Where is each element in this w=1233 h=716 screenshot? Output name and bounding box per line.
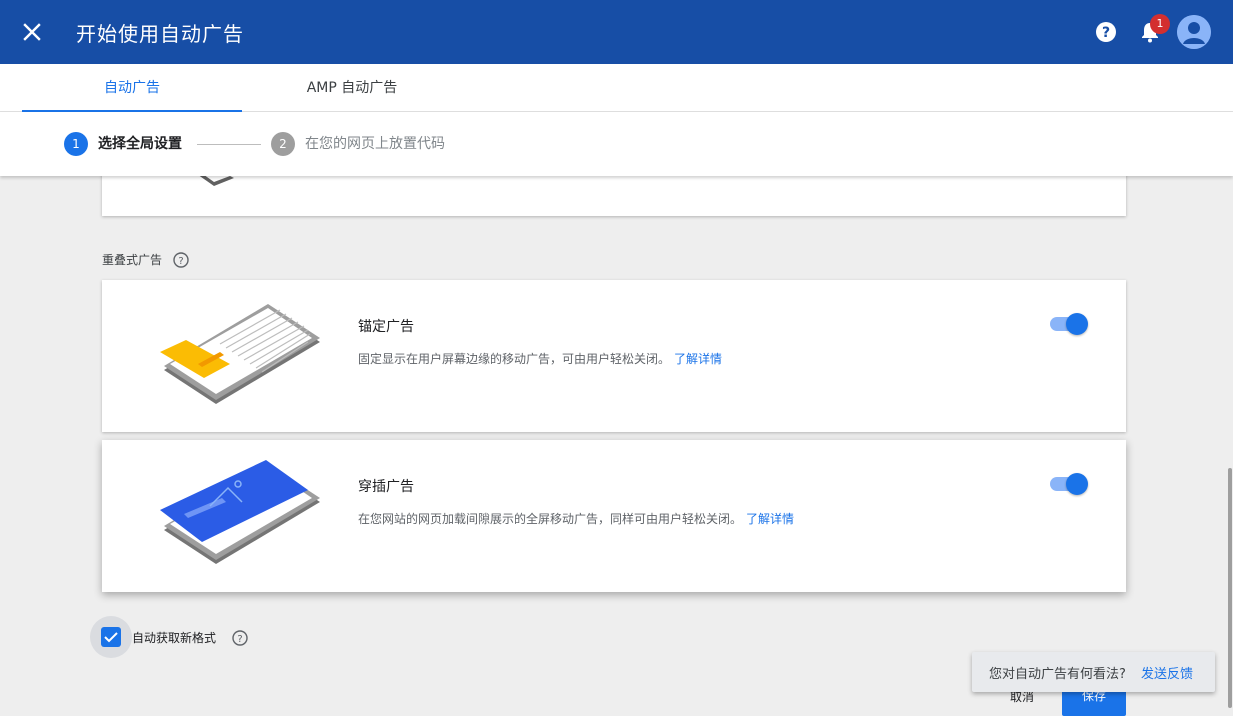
svg-text:?: ?: [178, 256, 183, 267]
check-icon: [104, 632, 118, 643]
toggle-knob: [1066, 473, 1088, 495]
auto-new-formats-checkbox[interactable]: [101, 627, 121, 647]
interstitial-ads-desc-text: 在您网站的网页加载间隙展示的全屏移动广告，同样可由用户轻松关闭。: [358, 512, 743, 526]
help-circle-icon[interactable]: ?: [231, 629, 249, 647]
overlay-section-label: 重叠式广告: [102, 253, 163, 267]
interstitial-ads-description: 在您网站的网页加载间隙展示的全屏移动广告，同样可由用户轻松关闭。 了解详情: [358, 510, 794, 527]
notification-badge: 1: [1150, 14, 1170, 34]
account-avatar[interactable]: [1177, 15, 1211, 49]
account-icon: [1177, 15, 1211, 49]
toggle-knob: [1066, 313, 1088, 335]
step-2-label[interactable]: 在您的网页上放置代码: [305, 134, 445, 154]
tab-bar: 自动广告 AMP 自动广告: [0, 64, 1233, 112]
anchor-ad-illustration: [160, 304, 320, 404]
anchor-ads-description: 固定显示在用户屏幕边缘的移动广告，可由用户轻松关闭。 了解详情: [358, 350, 722, 367]
step-connector: [197, 144, 261, 145]
send-feedback-link[interactable]: 发送反馈: [1141, 663, 1193, 682]
stepper: 1 选择全局设置 2 在您的网页上放置代码: [0, 112, 1233, 176]
svg-text:?: ?: [1102, 25, 1110, 41]
page-title: 开始使用自动广告: [76, 22, 244, 46]
anchor-ads-toggle[interactable]: [1048, 312, 1088, 336]
interstitial-ads-card: 穿插广告 在您网站的网页加载间隙展示的全屏移动广告，同样可由用户轻松关闭。 了解详…: [102, 440, 1126, 592]
scrollbar-thumb[interactable]: [1228, 468, 1232, 708]
interstitial-ads-title: 穿插广告: [358, 479, 414, 495]
svg-text:?: ?: [237, 634, 242, 645]
step-1-label[interactable]: 选择全局设置: [98, 134, 182, 154]
anchor-ads-card: 锚定广告 固定显示在用户屏幕边缘的移动广告，可由用户轻松关闭。 了解详情: [102, 280, 1126, 432]
anchor-ads-desc-text: 固定显示在用户屏幕边缘的移动广告，可由用户轻松关闭。: [358, 352, 671, 366]
interstitial-ads-learn-more-link[interactable]: 了解详情: [746, 512, 794, 526]
interstitial-ads-toggle[interactable]: [1048, 472, 1088, 496]
auto-new-formats-label[interactable]: 自动获取新格式: [132, 629, 216, 646]
feedback-question: 您对自动广告有何看法?: [989, 667, 1126, 682]
close-icon[interactable]: [18, 18, 46, 46]
help-icon[interactable]: ?: [1094, 20, 1118, 44]
feedback-snackbar: 您对自动广告有何看法? 发送反馈: [972, 652, 1215, 692]
step-1-number: 1: [64, 132, 88, 156]
step-2-number: 2: [271, 132, 295, 156]
interstitial-ad-illustration: [160, 460, 320, 564]
tab-auto-ads[interactable]: 自动广告: [22, 64, 242, 112]
anchor-ads-title: 锚定广告: [358, 319, 414, 335]
anchor-ads-learn-more-link[interactable]: 了解详情: [674, 352, 722, 366]
tab-amp-auto-ads[interactable]: AMP 自动广告: [242, 64, 462, 112]
top-app-bar: 开始使用自动广告 ? 1: [0, 0, 1233, 64]
help-circle-icon[interactable]: ?: [172, 251, 190, 269]
